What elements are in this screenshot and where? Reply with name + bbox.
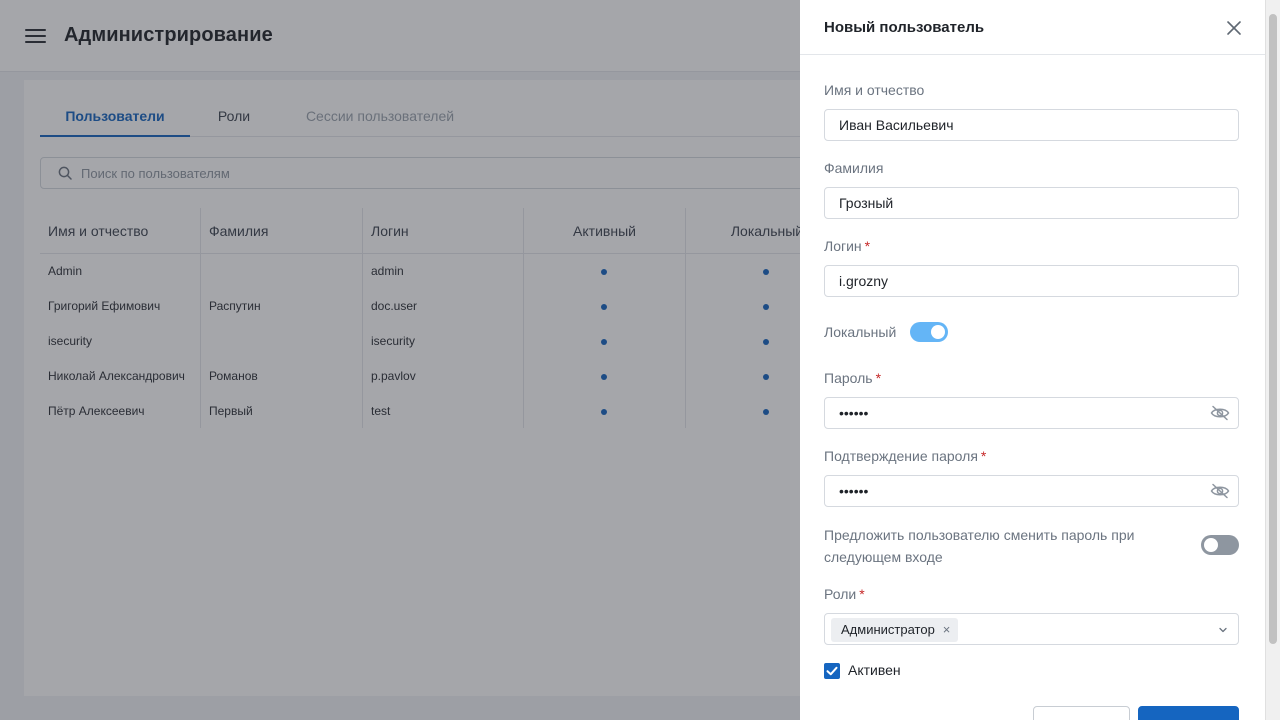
required-mark: * bbox=[859, 586, 865, 602]
chip-remove-icon[interactable]: × bbox=[943, 618, 951, 642]
active-checkbox[interactable] bbox=[824, 663, 840, 679]
save-button[interactable] bbox=[1138, 706, 1239, 720]
password-input[interactable] bbox=[839, 398, 1209, 428]
last-name-input[interactable] bbox=[839, 188, 1209, 218]
login-input[interactable] bbox=[839, 266, 1209, 296]
drawer-title: Новый пользователь bbox=[824, 19, 985, 36]
last-name-label: Фамилия bbox=[824, 160, 884, 176]
password-confirm-field bbox=[824, 475, 1239, 507]
toggle-knob bbox=[931, 325, 945, 339]
password-confirm-input[interactable] bbox=[839, 476, 1209, 506]
checkmark-icon bbox=[826, 666, 838, 676]
scrollbar-thumb[interactable] bbox=[1269, 14, 1277, 644]
required-mark: * bbox=[980, 448, 987, 464]
roles-label: Роли * bbox=[824, 586, 865, 602]
close-icon[interactable] bbox=[1226, 20, 1242, 36]
last-name-field bbox=[824, 187, 1239, 219]
active-checkbox-label[interactable]: Активен bbox=[848, 662, 901, 678]
password-confirm-label: Подтверждение пароля * bbox=[824, 448, 987, 464]
chevron-down-icon[interactable] bbox=[1218, 625, 1228, 635]
first-name-input[interactable] bbox=[839, 110, 1209, 140]
required-mark: * bbox=[864, 238, 871, 254]
required-mark: * bbox=[875, 370, 882, 386]
first-name-label: Имя и отчество bbox=[824, 82, 925, 98]
cancel-button[interactable] bbox=[1033, 706, 1130, 720]
password-label: Пароль * bbox=[824, 370, 882, 386]
change-password-toggle[interactable] bbox=[1201, 535, 1239, 555]
new-user-drawer: Новый пользователь Имя и отчество Фамили… bbox=[800, 0, 1265, 720]
toggle-knob bbox=[1204, 538, 1218, 552]
eye-off-icon[interactable] bbox=[1210, 405, 1230, 421]
eye-off-icon[interactable] bbox=[1210, 483, 1230, 499]
drawer-header: Новый пользователь bbox=[800, 0, 1265, 55]
role-chip-label: Администратор bbox=[841, 622, 935, 637]
role-chip: Администратор × bbox=[831, 618, 959, 642]
roles-select[interactable]: Администратор × bbox=[824, 613, 1239, 645]
password-field bbox=[824, 397, 1239, 429]
local-toggle[interactable] bbox=[910, 322, 948, 342]
login-label: Логин * bbox=[824, 238, 871, 254]
local-toggle-label: Локальный bbox=[824, 324, 897, 340]
page-scrollbar[interactable] bbox=[1265, 0, 1280, 720]
change-password-label: Предложить пользователю сменить пароль п… bbox=[824, 527, 1135, 565]
first-name-field bbox=[824, 109, 1239, 141]
login-field bbox=[824, 265, 1239, 297]
